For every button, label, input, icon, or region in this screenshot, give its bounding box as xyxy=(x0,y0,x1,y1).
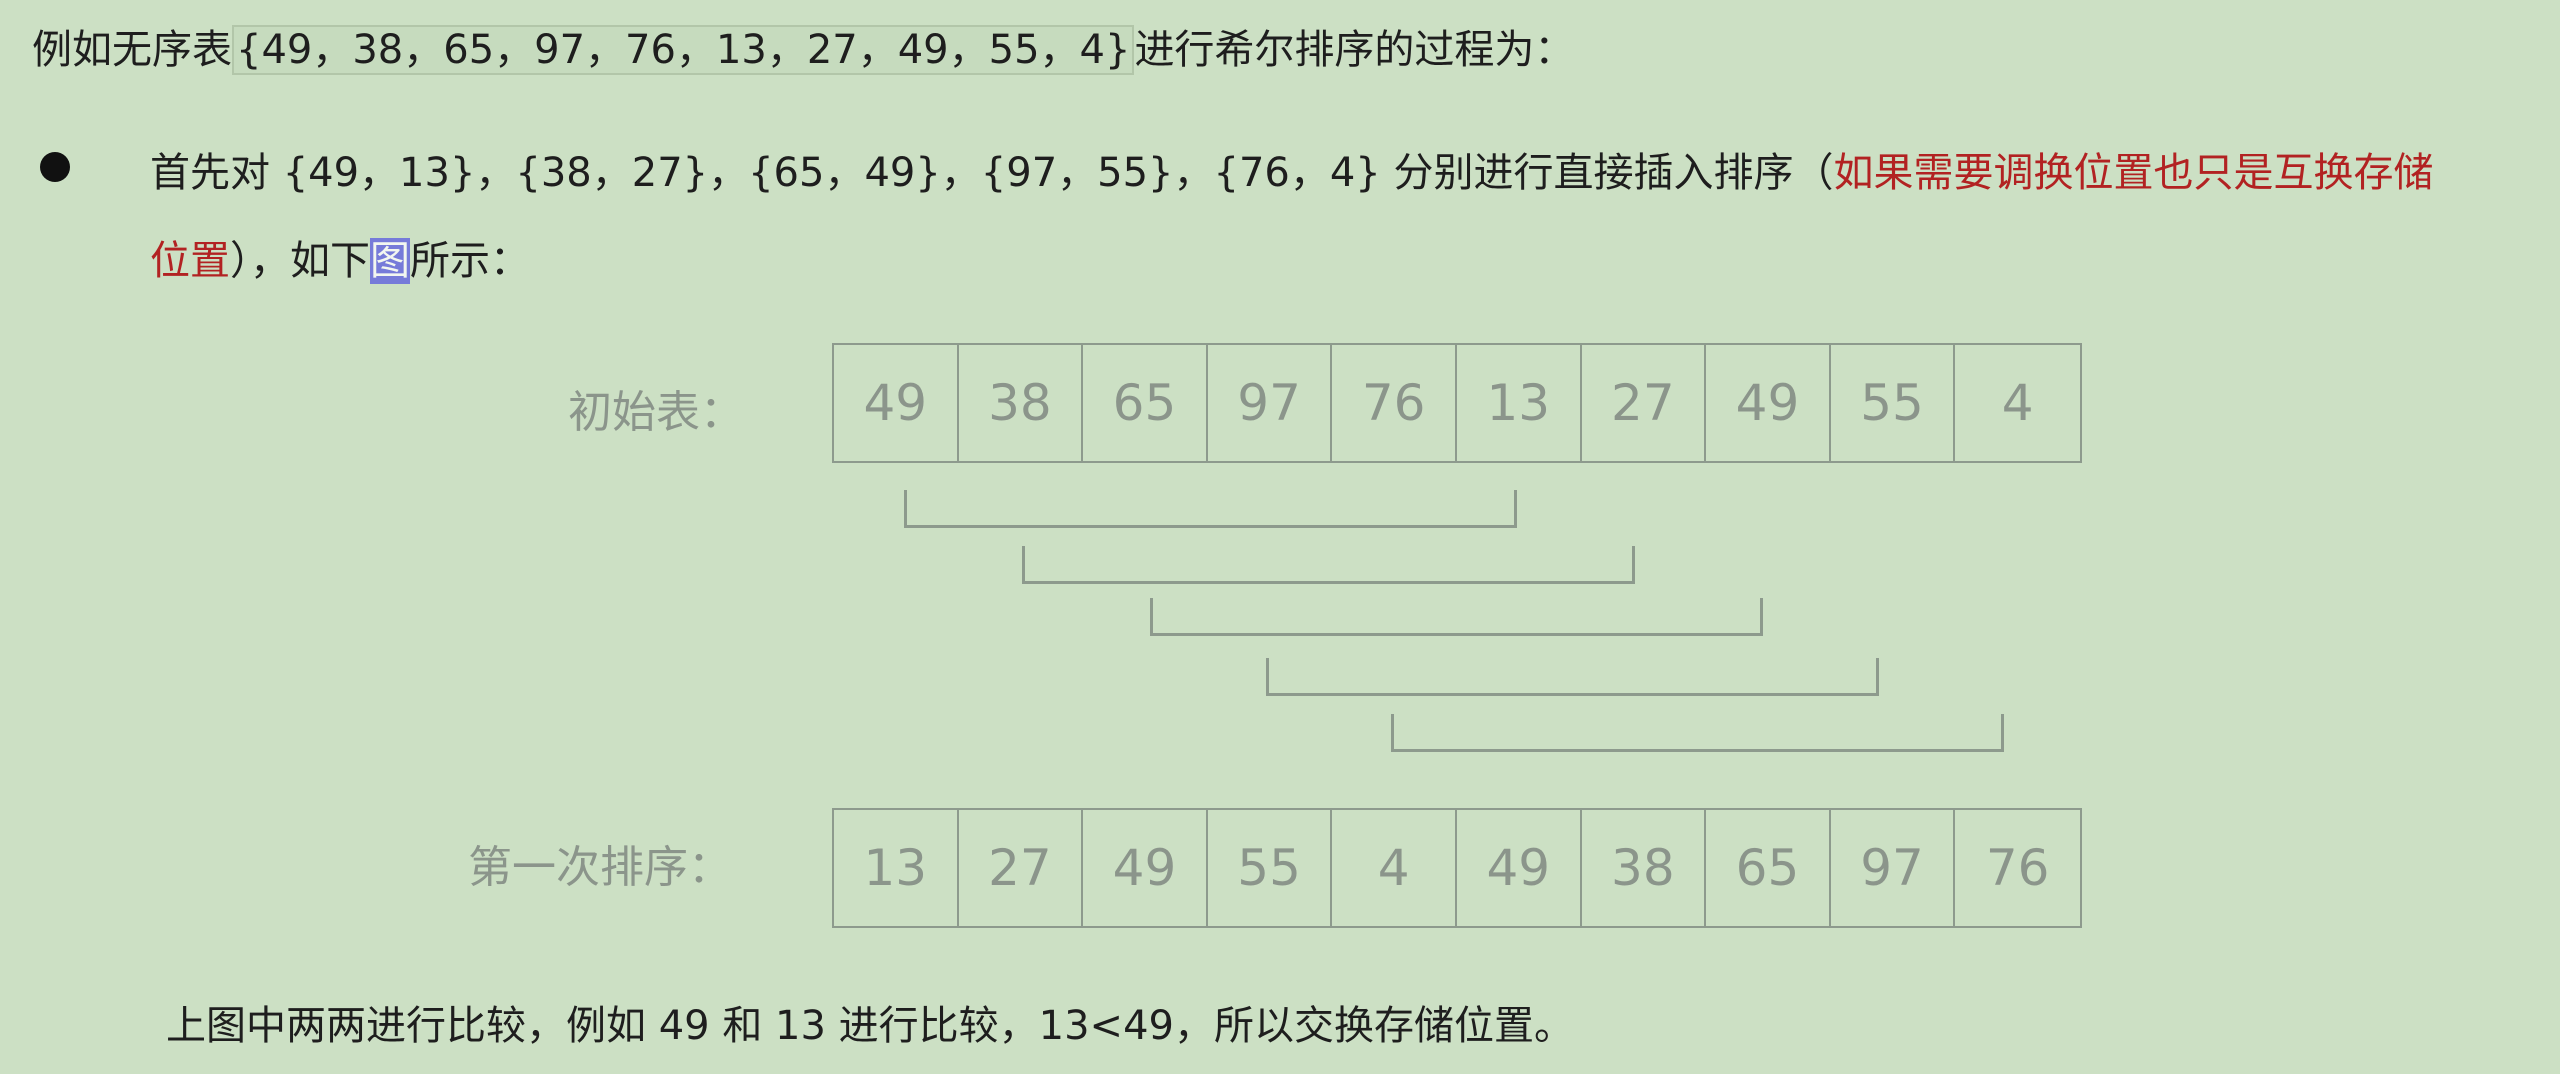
table-cell: 65 xyxy=(1706,810,1831,926)
initial-table-label: 初始表： xyxy=(568,387,744,438)
table-cell: 49 xyxy=(1706,345,1831,461)
table-cell: 27 xyxy=(1582,345,1707,461)
table-cell: 55 xyxy=(1208,810,1333,926)
table-cell: 13 xyxy=(834,810,959,926)
bullet-line-2: 位置），如下图所示： xyxy=(150,233,530,289)
bullet-dot-icon xyxy=(40,152,70,182)
table-cell: 49 xyxy=(1083,810,1208,926)
table-cell: 13 xyxy=(1457,345,1582,461)
pair-bracket xyxy=(1266,658,1879,696)
bullet-red-text-1: 如果需要调换位置也只是互换存储 xyxy=(1833,150,2434,196)
bullet-highlight: 图 xyxy=(370,238,410,284)
intro-prefix: 例如无序表 xyxy=(32,27,232,73)
conclusion-text: 上图中两两进行比较，例如 49 和 13 进行比较，13<49，所以交换存储位置… xyxy=(166,1003,1574,1049)
table-cell: 55 xyxy=(1831,345,1956,461)
table-cell: 38 xyxy=(1582,810,1707,926)
bullet-line-1: 首先对 {49，13}，{38，27}，{65，49}，{97，55}，{76，… xyxy=(150,145,2433,201)
bullet-red-text-2: 位置 xyxy=(150,238,230,284)
first-pass-table: 13 27 49 55 4 49 38 65 97 76 xyxy=(832,808,2082,928)
table-cell: 76 xyxy=(1332,345,1457,461)
table-cell: 97 xyxy=(1831,810,1956,926)
initial-table: 49 38 65 97 76 13 27 49 55 4 xyxy=(832,343,2082,463)
table-cell: 49 xyxy=(1457,810,1582,926)
bullet-text-2a: ），如下 xyxy=(230,238,370,284)
intro-line: 例如无序表 {49，38，65，97，76，13，27，49，55，4} 进行希尔排… xyxy=(32,22,1574,78)
first-pass-label: 第一次排序： xyxy=(468,842,732,893)
table-cell: 76 xyxy=(1985,839,2050,897)
table-cell: 49 xyxy=(834,345,959,461)
table-cell: 65 xyxy=(1083,345,1208,461)
intro-list: {49，38，65，97，76，13，27，49，55，4} xyxy=(232,25,1135,75)
pair-bracket xyxy=(1391,714,2004,752)
table-cell: 4 xyxy=(2001,374,2034,432)
table-cell: 38 xyxy=(959,345,1084,461)
bullet-text-2b: 所示： xyxy=(410,238,530,284)
pair-bracket xyxy=(1022,546,1635,584)
pair-bracket xyxy=(904,490,1517,528)
bullet-text-1: 首先对 {49，13}，{38，27}，{65，49}，{97，55}，{76，… xyxy=(150,150,1834,196)
table-cell: 97 xyxy=(1208,345,1333,461)
table-cell: 27 xyxy=(959,810,1084,926)
table-cell: 4 xyxy=(1332,810,1457,926)
pair-bracket xyxy=(1150,598,1763,636)
intro-suffix: 进行希尔排序的过程为： xyxy=(1134,27,1575,73)
